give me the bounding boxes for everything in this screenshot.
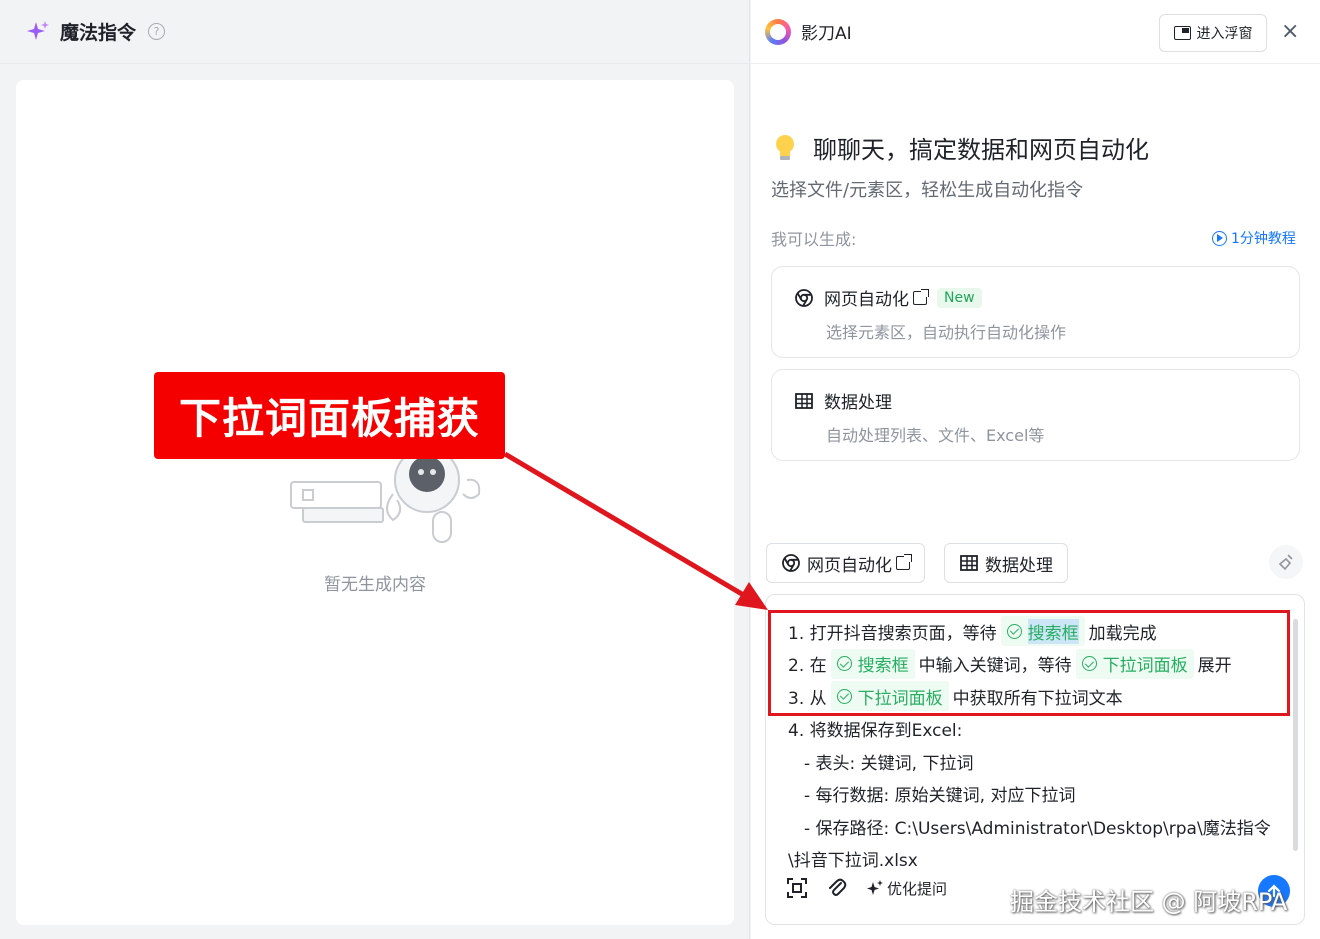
element-tag[interactable]: 搜索框 bbox=[1000, 616, 1085, 647]
play-icon bbox=[1212, 230, 1227, 246]
data-processing-card[interactable]: 数据处理 自动处理列表、文件、Excel等 bbox=[771, 369, 1300, 461]
ai-assistant-panel: 影刀AI 进入浮窗 × 聊聊天，搞定数据和网页自动化 选择文件/元素区，轻松生成… bbox=[751, 0, 1320, 939]
editor-line: - 保存路径: C:\Users\Administrator\Desktop\r… bbox=[804, 818, 1271, 839]
line-text: 2. 在 bbox=[788, 656, 827, 677]
line-text: 中获取所有下拉词文本 bbox=[952, 688, 1123, 709]
magic-command-panel: 魔法指令 ? 暂无生成内容 bbox=[0, 0, 750, 939]
left-header: 魔法指令 ? bbox=[0, 0, 749, 64]
lightbulb-icon bbox=[776, 134, 794, 160]
tutorial-link[interactable]: 1分钟教程 bbox=[1212, 228, 1296, 248]
chip-web-automation[interactable]: 网页自动化 bbox=[766, 543, 925, 583]
table-icon bbox=[960, 555, 978, 571]
element-tag[interactable]: 下拉词面板 bbox=[1075, 648, 1194, 679]
hero-title: 聊聊天，搞定数据和网页自动化 bbox=[813, 136, 1149, 164]
brand-name: 影刀AI bbox=[801, 24, 852, 44]
attachment-icon[interactable] bbox=[826, 877, 848, 899]
empty-state-text: 暂无生成内容 bbox=[324, 575, 426, 595]
tag-label: 搜索框 bbox=[1027, 618, 1079, 644]
watermark: 掘金技术社区 @ 阿坡RPA bbox=[1010, 888, 1288, 916]
editor-toolbar: 优化提问 bbox=[786, 877, 947, 899]
chrome-icon bbox=[795, 288, 813, 307]
editor-line: - 表头: 关键词, 下拉词 bbox=[804, 753, 974, 774]
check-circle-icon bbox=[1081, 656, 1097, 672]
broom-icon[interactable] bbox=[1269, 545, 1303, 579]
sparkle-icon bbox=[27, 20, 49, 40]
chrome-icon bbox=[782, 554, 800, 572]
hero: 聊聊天，搞定数据和网页自动化 bbox=[773, 130, 1149, 165]
check-circle-icon bbox=[1006, 623, 1022, 639]
page-title: 魔法指令 bbox=[60, 22, 137, 44]
command-canvas: 暂无生成内容 bbox=[16, 80, 734, 925]
card-title: 数据处理 bbox=[824, 393, 892, 413]
line-text: 3. 从 bbox=[788, 688, 827, 709]
tag-label: 下拉词面板 bbox=[857, 688, 943, 709]
element-tag[interactable]: 搜索框 bbox=[830, 648, 915, 679]
editor-line: 4. 将数据保存到Excel: bbox=[788, 721, 963, 742]
hero-subtitle: 选择文件/元素区，轻松生成自动化指令 bbox=[771, 180, 1084, 201]
external-link-icon bbox=[913, 288, 929, 305]
card-title: 网页自动化 bbox=[824, 290, 909, 310]
help-icon[interactable]: ? bbox=[148, 23, 166, 40]
check-circle-icon bbox=[836, 656, 852, 672]
editor-line: 3. 从 下拉词面板 中获取所有下拉词文本 bbox=[788, 680, 1271, 713]
tag-label: 下拉词面板 bbox=[1102, 656, 1188, 677]
table-icon bbox=[795, 392, 813, 409]
tag-label: 搜索框 bbox=[857, 656, 909, 677]
close-icon[interactable]: × bbox=[1281, 19, 1299, 44]
prompt-editor[interactable]: 1. 打开抖音搜索页面，等待 搜索框 加载完成 2. 在 搜索框 中输入关键词，… bbox=[765, 594, 1305, 925]
editor-scrollbar[interactable] bbox=[1293, 619, 1298, 851]
line-text: 展开 bbox=[1197, 656, 1232, 677]
line-text: 中输入关键词，等待 bbox=[918, 656, 1072, 677]
card-description: 选择元素区，自动执行自动化操作 bbox=[826, 323, 1067, 342]
screenshot-icon[interactable] bbox=[786, 877, 808, 899]
chip-label: 网页自动化 bbox=[807, 555, 892, 576]
enter-float-window-button[interactable]: 进入浮窗 bbox=[1159, 14, 1267, 52]
sparkle-icon bbox=[867, 880, 883, 895]
chip-data-processing[interactable]: 数据处理 bbox=[944, 543, 1068, 583]
tutorial-label: 1分钟教程 bbox=[1231, 231, 1296, 247]
brand-logo-icon bbox=[765, 18, 791, 45]
can-generate-label: 我可以生成: bbox=[771, 230, 857, 249]
annotation-callout: 下拉词面板捕获 bbox=[154, 372, 505, 459]
web-automation-card[interactable]: 网页自动化 New 选择元素区，自动执行自动化操作 bbox=[771, 266, 1300, 358]
line-text: 加载完成 bbox=[1088, 623, 1157, 644]
element-tag[interactable]: 下拉词面板 bbox=[830, 681, 949, 712]
chip-label: 数据处理 bbox=[985, 555, 1053, 576]
editor-line: - 每行数据: 原始关键词, 对应下拉词 bbox=[804, 786, 1076, 807]
assistant-header: 影刀AI 进入浮窗 × bbox=[751, 0, 1320, 64]
new-badge: New bbox=[937, 287, 982, 308]
editor-line: 2. 在 搜索框 中输入关键词，等待 下拉词面板 展开 bbox=[788, 648, 1271, 681]
float-window-icon bbox=[1173, 26, 1191, 40]
card-description: 自动处理列表、文件、Excel等 bbox=[826, 426, 1045, 445]
check-circle-icon bbox=[836, 688, 852, 704]
optimize-label: 优化提问 bbox=[887, 879, 948, 898]
editor-line: \抖音下拉词.xlsx bbox=[788, 851, 918, 872]
optimize-prompt-button[interactable]: 优化提问 bbox=[866, 878, 947, 899]
line-text: 1. 打开抖音搜索页面，等待 bbox=[788, 623, 997, 644]
float-button-label: 进入浮窗 bbox=[1196, 26, 1253, 42]
external-link-icon bbox=[896, 554, 912, 570]
editor-line: 1. 打开抖音搜索页面，等待 搜索框 加载完成 bbox=[788, 615, 1271, 648]
